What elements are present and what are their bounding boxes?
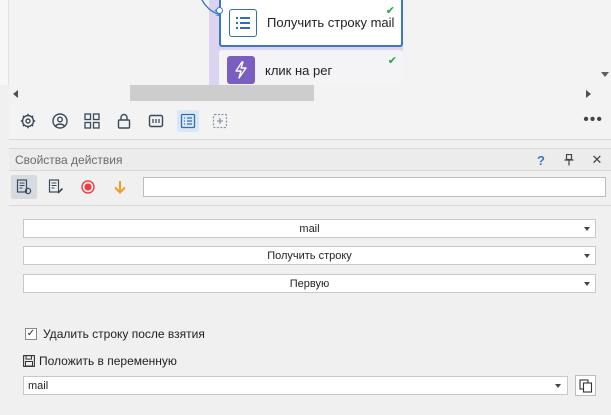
pin-icon[interactable]: [555, 151, 583, 169]
chevron-down-icon[interactable]: [555, 384, 561, 388]
list-select[interactable]: mail: [23, 219, 596, 238]
grid-icon[interactable]: [81, 110, 103, 132]
bottom-tab-strip: •••: [9, 102, 611, 140]
variable-value: mail: [28, 379, 49, 392]
position-select-value: Первую: [289, 277, 330, 290]
scroll-left-icon[interactable]: [13, 90, 18, 98]
chevron-down-icon[interactable]: [584, 227, 590, 231]
save-to-variable-row: Положить в переменную: [23, 354, 177, 368]
check-icon: ✔: [387, 55, 397, 67]
vertical-scrollbar[interactable]: [599, 0, 611, 85]
divider: [9, 205, 611, 206]
scroll-down-icon[interactable]: [601, 72, 609, 77]
variable-combobox[interactable]: mail: [23, 376, 568, 395]
panel-title: Свойства действия: [15, 152, 123, 167]
workflow-canvas[interactable]: Получить строку mail ✔ клик на рег ✔: [0, 0, 611, 85]
delete-after-label: Удалить строку после взятия: [43, 327, 205, 341]
canvas-gutter: [0, 0, 9, 85]
operation-select[interactable]: Получить строку: [23, 246, 596, 265]
tablet-icon[interactable]: [145, 110, 167, 132]
arrow-down-icon[interactable]: [107, 175, 133, 199]
action-properties-panel: Свойства действия ? ✕ mail Получить стро…: [9, 148, 611, 415]
search-input[interactable]: [143, 177, 606, 197]
node-click-reg[interactable]: клик на рег ✔: [219, 50, 403, 85]
user-circle-icon[interactable]: [49, 110, 71, 132]
scrollbar-corner: [599, 85, 611, 102]
delete-after-checkbox[interactable]: ✓: [25, 328, 37, 340]
delete-after-checkbox-row[interactable]: ✓ Удалить строку после взятия: [25, 327, 205, 341]
copy-variable-button[interactable]: [575, 375, 596, 396]
horizontal-scrollbar[interactable]: [9, 85, 599, 102]
add-box-icon[interactable]: [209, 110, 231, 132]
copy-icon: [578, 378, 592, 393]
scrollbar-thumb[interactable]: [130, 85, 314, 101]
panel-header: Свойства действия ? ✕: [9, 149, 611, 171]
lock-icon[interactable]: [113, 110, 135, 132]
close-icon[interactable]: ✕: [583, 151, 611, 169]
scroll-right-icon[interactable]: [586, 90, 591, 98]
node-get-string[interactable]: Получить строку mail ✔: [216, 0, 403, 47]
operation-select-value: Получить строку: [267, 249, 352, 262]
position-select[interactable]: Первую: [23, 274, 596, 293]
save-to-variable-label: Положить в переменную: [39, 354, 177, 368]
list-icon: [229, 8, 257, 37]
more-options-icon[interactable]: •••: [583, 111, 603, 129]
chevron-down-icon[interactable]: [584, 254, 590, 258]
panel-toolbar: [9, 173, 611, 201]
node-label: Получить строку mail: [267, 15, 395, 30]
check-icon: ✔: [385, 5, 395, 17]
node-input-port[interactable]: [216, 7, 223, 14]
list-select-value: mail: [299, 222, 320, 235]
list-icon[interactable]: [177, 109, 199, 132]
save-icon: [23, 355, 35, 367]
chevron-down-icon[interactable]: [584, 282, 590, 286]
properties-icon[interactable]: [11, 175, 37, 199]
gear-icon[interactable]: [17, 110, 39, 132]
help-icon[interactable]: ?: [527, 151, 555, 169]
record-icon[interactable]: [75, 175, 101, 199]
edit-notes-icon[interactable]: [43, 175, 69, 199]
lightning-icon: [227, 56, 255, 84]
node-label: клик на рег: [265, 62, 333, 78]
